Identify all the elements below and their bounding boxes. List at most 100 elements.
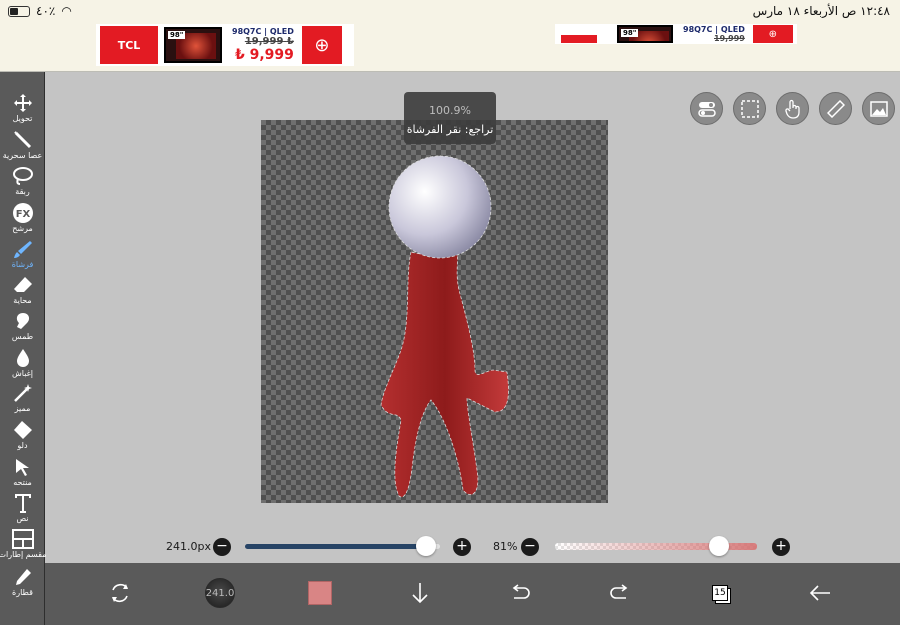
bottom-bar: 241.0 15: [45, 563, 900, 625]
brush-size-button[interactable]: 241.0: [198, 571, 242, 615]
tool-fill[interactable]: دلو: [0, 419, 45, 451]
size-decrease-button[interactable]: −: [213, 538, 231, 556]
tool-label: محاية: [13, 296, 32, 305]
smudge-icon: [11, 310, 35, 332]
size-increase-button[interactable]: +: [453, 538, 471, 556]
tool-select[interactable]: منتحه: [0, 456, 45, 488]
transform-button[interactable]: [98, 571, 142, 615]
redo-icon: [610, 584, 628, 599]
ad-banner-1[interactable]: TCL 98" 98Q7C | QLED 19,999 ₺ ₺ 9,999 ⊕: [96, 24, 354, 66]
ad-brand-strip: [561, 35, 597, 43]
tool-label: تحويل: [12, 114, 33, 123]
move-icon: [11, 92, 35, 114]
opacity-slider-thumb[interactable]: [708, 536, 729, 556]
bucket-icon: [11, 419, 35, 441]
tool-label: عصا سحرية: [2, 151, 43, 160]
battery-percent: ٤٠٪: [36, 4, 56, 18]
selection-button[interactable]: [733, 92, 766, 125]
artwork: [380, 155, 509, 498]
zoom-level: 100.9%: [429, 104, 471, 117]
ad-brand-emblem-icon: ⊕: [752, 25, 793, 43]
tool-eyedropper[interactable]: قطارة: [0, 566, 45, 598]
image-icon: [869, 100, 888, 117]
tool-label: دلو: [17, 441, 28, 450]
arrow-left-icon: [809, 585, 830, 601]
tool-label: إغباش: [11, 369, 34, 378]
ad-model: 98Q7C | QLED: [683, 25, 745, 34]
layer-count: 15: [712, 585, 728, 601]
tool-label: طمس: [11, 332, 34, 341]
tool-special[interactable]: مميز: [0, 382, 45, 414]
ad-banner-2[interactable]: 98" 98Q7C | QLED 19,999 ⊕: [555, 24, 797, 44]
brush-icon: [11, 238, 35, 260]
ad-old-price: 19,999: [714, 34, 745, 43]
brush-size-value: 241.0px: [166, 540, 211, 553]
tool-label: قطارة: [12, 588, 33, 597]
magic-wand-icon: [11, 129, 35, 151]
touch-button[interactable]: [776, 92, 809, 125]
undo-button[interactable]: [498, 571, 542, 615]
red-figure-body: [380, 247, 509, 498]
ad-new-price: ₺ 9,999: [234, 47, 294, 63]
tool-label: ربقة: [15, 187, 30, 196]
tool-brush[interactable]: فرشاة: [0, 238, 45, 270]
text-icon: [11, 492, 35, 514]
frame-icon: [11, 528, 35, 550]
color-swatch: [308, 581, 332, 605]
undo-icon: [512, 584, 530, 599]
svg-text:FX: FX: [15, 209, 30, 220]
selection-rect-icon: [740, 99, 759, 118]
tool-label: منتحه: [13, 478, 32, 487]
tool-eraser[interactable]: محاية: [0, 274, 45, 306]
eyedropper-icon: [11, 566, 35, 588]
tool-bar: تحويل عصا سحرية ربقة FX مرشح فرشاة محاية…: [0, 72, 47, 625]
eraser-icon: [11, 274, 35, 296]
lasso-icon: [11, 165, 35, 187]
tool-blur[interactable]: إغباش: [0, 347, 45, 379]
opacity-increase-button[interactable]: +: [772, 538, 790, 556]
ad-text: 98Q7C | QLED 19,999: [683, 25, 745, 43]
zoom-tooltip: 100.9% تراجع: نقر الفرشاة: [404, 92, 496, 144]
opacity-decrease-button[interactable]: −: [521, 538, 539, 556]
white-ball-head: [388, 155, 492, 259]
ruler-button[interactable]: [819, 92, 852, 125]
tool-label: مميز: [14, 404, 31, 413]
tool-label: مرشح: [12, 224, 33, 233]
size-slider-thumb[interactable]: [416, 536, 437, 556]
brush-size-preview: 241.0: [205, 578, 235, 608]
layers-button[interactable]: 15: [698, 571, 742, 615]
size-slider-track[interactable]: [245, 544, 427, 549]
fx-icon: FX: [11, 202, 35, 224]
battery-icon: [8, 5, 30, 17]
ad-brand-emblem-icon: ⊕: [301, 26, 342, 64]
ad-model: 98Q7C | QLED: [232, 27, 294, 36]
toggle-icon: [697, 101, 716, 117]
wifi-icon: ◠: [61, 4, 72, 18]
drawing-canvas[interactable]: [261, 120, 608, 503]
ad-bar: TCL 98" 98Q7C | QLED 19,999 ₺ ₺ 9,999 ⊕ …: [0, 22, 900, 72]
tool-filter[interactable]: FX مرشح: [0, 202, 45, 234]
image-button[interactable]: [862, 92, 895, 125]
status-time-date: ١٢:٤٨ ص الأربعاء ١٨ مارس: [752, 4, 890, 18]
arrow-icon: [11, 456, 35, 478]
back-button[interactable]: [798, 571, 842, 615]
arrow-down-icon: [412, 583, 428, 604]
download-button[interactable]: [398, 571, 442, 615]
tool-lasso[interactable]: ربقة: [0, 165, 45, 197]
settings-toggle-button[interactable]: [690, 92, 723, 125]
color-button[interactable]: [298, 571, 342, 615]
hand-icon: [784, 99, 800, 119]
tool-label: فرشاة: [11, 260, 34, 269]
tool-magic-wand[interactable]: عصا سحرية: [0, 129, 45, 161]
tool-move[interactable]: تحويل: [0, 92, 45, 124]
status-bar: ٤٠٪ ◠ ١٢:٤٨ ص الأربعاء ١٨ مارس: [0, 0, 900, 22]
tool-smudge[interactable]: طمس: [0, 310, 45, 342]
ruler-icon: [826, 99, 845, 118]
swap-rotate-icon: [112, 583, 128, 603]
tool-text[interactable]: نص: [0, 492, 45, 524]
opacity-value: 81%: [493, 540, 518, 553]
tool-frame[interactable]: مقسم إطارات: [0, 528, 47, 560]
tv-image: 98": [164, 27, 222, 63]
undo-notice: تراجع: نقر الفرشاة: [406, 123, 494, 136]
redo-button[interactable]: [598, 571, 642, 615]
